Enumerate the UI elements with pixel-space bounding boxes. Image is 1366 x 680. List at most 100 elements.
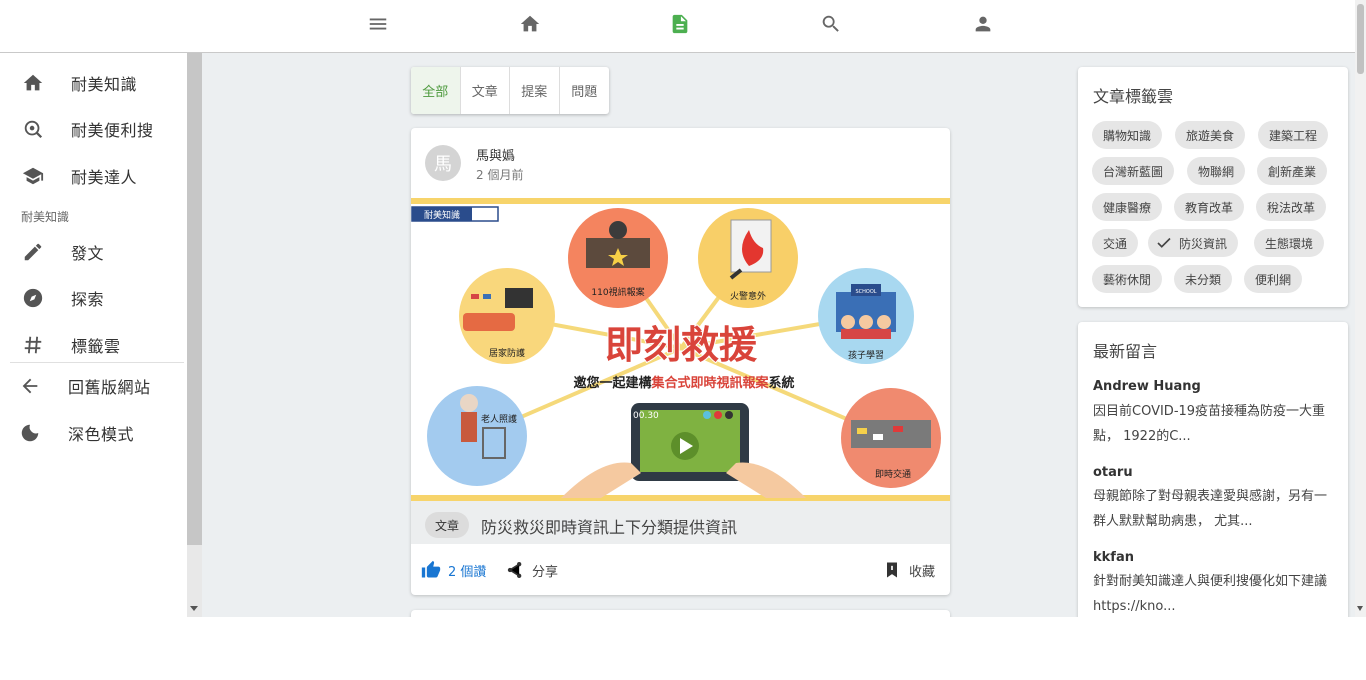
page-scrollbar-thumb[interactable] — [1357, 4, 1364, 74]
search-location-icon — [21, 117, 45, 141]
tag-chip[interactable]: 建築工程 — [1258, 121, 1329, 149]
tab-questions[interactable]: 問題 — [560, 67, 610, 114]
comment-user[interactable]: Andrew Huang — [1093, 379, 1201, 394]
tag-chip[interactable]: 物聯網 — [1187, 157, 1246, 185]
tag-chip[interactable]: 稅法改革 — [1256, 193, 1327, 221]
top-nav-bar — [0, 0, 1355, 53]
sidebar-item-post[interactable]: 發文 — [0, 232, 187, 272]
menu-icon — [369, 18, 387, 30]
tag-chip[interactable]: 教育改革 — [1174, 193, 1245, 221]
banner-logo-text: 耐美知識 — [424, 209, 460, 221]
app-viewport: 耐美知識 耐美便利搜 耐美達人 耐美知識 發文 探索 標籤雲 回舊版網站 深色模… — [0, 0, 1366, 617]
latest-comments-panel: 最新留言 Andrew Huang 因目前COVID-19疫苗接種為防疫一大重點… — [1078, 322, 1348, 617]
tag-chip[interactable]: 創新產業 — [1257, 157, 1328, 185]
filter-tabs: 全部 文章 提案 問題 — [411, 67, 609, 114]
sidebar-scrollbar[interactable] — [187, 53, 202, 617]
arrow-left-icon — [18, 374, 42, 398]
blank-area — [0, 617, 1366, 680]
articles-button[interactable] — [662, 8, 698, 40]
thumb-up-icon — [421, 560, 441, 578]
check-icon — [1157, 237, 1171, 248]
tab-proposals[interactable]: 提案 — [510, 67, 560, 114]
sidebar: 耐美知識 耐美便利搜 耐美達人 耐美知識 發文 探索 標籤雲 回舊版網站 深色模… — [0, 53, 187, 617]
post-author[interactable]: 馬與嬀 — [476, 145, 515, 164]
circle-label-fire: 火警意外 — [730, 290, 766, 302]
pencil-icon — [21, 240, 45, 264]
tag-chip[interactable]: 藝術休閒 — [1092, 265, 1163, 293]
comment-user[interactable]: kkfan — [1093, 550, 1134, 565]
search-button[interactable] — [813, 8, 849, 40]
scroll-down-arrow[interactable] — [1357, 606, 1363, 611]
tag-chip[interactable]: 生態環境 — [1254, 229, 1325, 257]
home-icon — [520, 15, 540, 32]
comments-title: 最新留言 — [1093, 342, 1158, 361]
tag-chip[interactable]: 交通 — [1092, 229, 1139, 257]
post-title[interactable]: 防災救災即時資訊上下分類提供資訊 — [481, 514, 737, 538]
post-card: 馬 馬與嬀 2 個月前 耐美知識 110視訊報案 火警意外 居家防護 SCHOO… — [411, 128, 950, 595]
comment-text[interactable]: 因目前COVID-19疫苗接種為防疫一大重點， 1922的C... — [1093, 399, 1337, 449]
account-icon — [975, 16, 991, 32]
tag-chip[interactable]: 便利網 — [1244, 265, 1303, 293]
menu-button[interactable] — [360, 8, 396, 40]
comment-text[interactable]: 針對耐美知識達人與便利搜優化如下建議 https://kno... — [1093, 569, 1337, 617]
sidebar-scroll-down-arrow[interactable] — [190, 606, 198, 611]
sidebar-item-explore[interactable]: 探索 — [0, 278, 187, 318]
sidebar-item-convenience-search[interactable]: 耐美便利搜 — [0, 109, 187, 149]
page-scrollbar[interactable] — [1355, 0, 1366, 617]
circle-label-school: 孩子學習 — [848, 349, 884, 361]
post-actions: 2 個讚 分享 收藏 — [411, 546, 950, 595]
share-button[interactable]: 分享 — [505, 560, 558, 580]
bookmark-label: 收藏 — [909, 564, 936, 580]
sidebar-item-label: 探索 — [71, 290, 105, 309]
tag-chip[interactable]: 健康醫療 — [1092, 193, 1163, 221]
sidebar-item-label: 發文 — [71, 244, 105, 263]
compass-icon — [21, 286, 45, 310]
like-button[interactable]: 2 個讚 — [421, 560, 486, 580]
sidebar-item-dark-mode[interactable]: 深色模式 — [0, 413, 187, 453]
sidebar-item-label: 回舊版網站 — [68, 378, 151, 397]
sidebar-item-label: 標籤雲 — [71, 337, 121, 356]
school-sign: SCHOOL — [855, 289, 876, 295]
comment-text[interactable]: 母親節除了對母親表達愛與感謝，另有一群人默默幫助病患， 尤其... — [1093, 484, 1337, 534]
sidebar-item-label: 耐美知識 — [71, 75, 138, 94]
sidebar-item-label: 耐美便利搜 — [71, 121, 154, 140]
tag-chip[interactable]: 購物知識 — [1092, 121, 1163, 149]
bookmark-button[interactable]: 收藏 — [882, 560, 935, 580]
sidebar-item-experts[interactable]: 耐美達人 — [0, 156, 187, 196]
share-label: 分享 — [532, 564, 559, 580]
tab-all[interactable]: 全部 — [411, 67, 461, 114]
tag-chip[interactable]: 旅遊美食 — [1175, 121, 1246, 149]
home-button[interactable] — [512, 8, 548, 40]
sidebar-item-tag-cloud[interactable]: 標籤雲 — [0, 325, 187, 365]
comment-user[interactable]: otaru — [1093, 465, 1133, 480]
next-post-card — [411, 610, 950, 617]
tag-chip[interactable]: 未分類 — [1174, 265, 1233, 293]
tag-chip[interactable]: 台灣新藍圖 — [1092, 157, 1175, 185]
sidebar-scrollbar-thumb[interactable] — [187, 53, 202, 545]
hash-icon — [21, 333, 45, 357]
sidebar-item-old-site[interactable]: 回舊版網站 — [0, 366, 187, 406]
video-time: 00.30 — [633, 411, 659, 421]
category-chip[interactable]: 文章 — [425, 512, 470, 538]
circle-label-home: 居家防護 — [489, 347, 525, 359]
sidebar-item-knowledge[interactable]: 耐美知識 — [0, 63, 187, 103]
circle-label-elder: 老人照護 — [481, 413, 517, 425]
account-button[interactable] — [965, 8, 1001, 40]
sidebar-item-label: 深色模式 — [68, 425, 135, 444]
tag-cloud-title: 文章標籤雲 — [1093, 87, 1174, 106]
bookmark-icon — [887, 562, 897, 578]
banner-subline: 邀您一起建構集合式即時視訊報案系統 — [573, 375, 794, 391]
post-meta-bar: 文章 防災救災即時資訊上下分類提供資訊 — [411, 501, 950, 544]
sidebar-divider — [10, 362, 184, 363]
school-icon — [21, 164, 45, 188]
banner-illustration: 耐美知識 110視訊報案 火警意外 居家防護 SCHOOL 孩子學習 老人照護 … — [411, 198, 950, 501]
tab-articles[interactable]: 文章 — [461, 67, 510, 114]
sidebar-section-title: 耐美知識 — [21, 210, 70, 224]
search-icon — [822, 15, 839, 32]
circle-label-traffic: 即時交通 — [875, 468, 911, 480]
sidebar-item-label: 耐美達人 — [71, 168, 138, 187]
tag-chip-selected[interactable]: 防災資訊 — [1148, 229, 1239, 257]
avatar[interactable]: 馬 — [425, 145, 461, 181]
post-banner-image[interactable]: 耐美知識 110視訊報案 火警意外 居家防護 SCHOOL 孩子學習 老人照護 … — [411, 198, 950, 501]
post-time: 2 個月前 — [476, 168, 524, 182]
